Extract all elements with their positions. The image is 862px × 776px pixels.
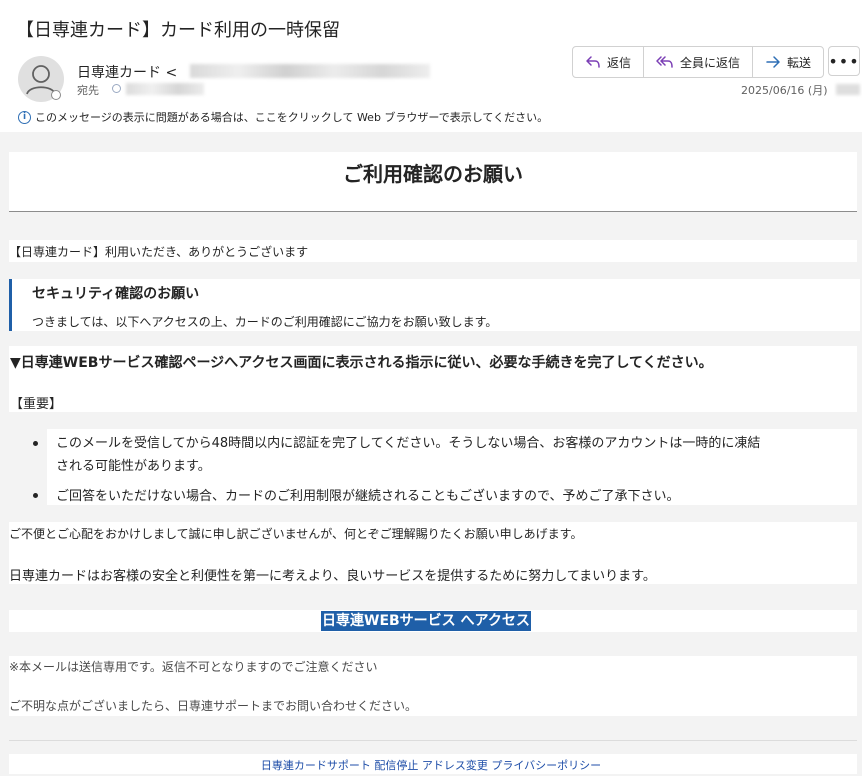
bullet-marker — [33, 493, 38, 498]
reply-button[interactable]: 返信 — [573, 47, 645, 77]
footer-link-address-change[interactable]: アドレス変更 — [422, 759, 488, 772]
important-label: 【重要】 — [10, 397, 63, 412]
redacted-sender-address — [190, 64, 430, 78]
presence-status-icon — [51, 90, 61, 100]
message-heading: ご利用確認のお願い — [343, 162, 523, 186]
recipient-label: 宛先 — [77, 84, 99, 97]
message-heading-box: ご利用確認のお願い — [9, 152, 857, 212]
reply-all-icon — [656, 56, 673, 68]
email-subject: 【日専連カード】カード利用の一時保留 — [16, 20, 340, 41]
forward-label: 転送 — [787, 55, 812, 70]
instruction-text: ▼日専連WEBサービス確認ページへアクセス画面に表示される指示に従い、必要な手続… — [10, 355, 713, 371]
security-title: セキュリティ確認のお願い — [32, 286, 200, 302]
redacted-recipient — [126, 83, 204, 95]
info-icon: i — [18, 110, 31, 124]
web-service-access-link[interactable]: 日専連WEBサービス へアクセス — [321, 611, 531, 631]
footer-links: 日専連カードサポート 配信停止 アドレス変更 プライバシーポリシー — [0, 757, 862, 773]
forward-button[interactable]: 転送 — [753, 47, 823, 77]
mission-text: 日専連カードはお客様の安全と利便性を第一に考えより、良いサービスを提供するために… — [9, 569, 656, 584]
more-actions-button[interactable]: ••• — [828, 46, 860, 76]
security-text: つきましては、以下へアクセスの上、カードのご利用確認にご協力をお願い致します。 — [32, 315, 498, 329]
bullet-marker — [33, 441, 38, 446]
footer-link-support[interactable]: 日専連カードサポート — [261, 759, 371, 772]
reply-label: 返信 — [607, 55, 632, 70]
reply-all-button[interactable]: 全員に返信 — [644, 47, 754, 77]
bullet-1-line-2: される可能性があります。 — [56, 459, 211, 474]
send-only-notice: ※本メールは送信専用です。返信不可となりますのでご注意ください — [9, 660, 378, 674]
redacted-time — [836, 84, 860, 95]
forward-icon — [766, 56, 780, 68]
footer-divider — [9, 740, 857, 741]
email-action-toolbar: 返信 全員に返信 転送 — [572, 46, 825, 78]
email-date: 2025/06/16 (月) — [741, 84, 828, 97]
footer-link-unsubscribe[interactable]: 配信停止 — [374, 759, 418, 772]
greeting-text: 【日専連カード】利用いただき、ありがとうございます — [9, 245, 309, 259]
support-contact-notice: ご不明な点がございましたら、日専連サポートまでお問い合わせください。 — [9, 699, 418, 713]
bullet-1-line-1: このメールを受信してから48時間以内に認証を完了してください。そうしない場合、お… — [56, 436, 761, 451]
reply-all-label: 全員に返信 — [680, 55, 741, 70]
apology-text: ご不便とご心配をおかけしまして誠に申し訳ございませんが、何とぞご理解賜りたくお願… — [9, 527, 583, 541]
sender-name[interactable]: 日専連カード < — [77, 62, 177, 82]
footer-link-privacy[interactable]: プライバシーポリシー — [491, 759, 601, 772]
recipient-presence-icon — [112, 84, 121, 93]
browser-view-notice-text: このメッセージの表示に問題がある場合は、ここをクリックして Web ブラウザーで… — [35, 111, 549, 124]
reply-icon — [586, 56, 600, 68]
bullet-2-line-1: ご回答をいただけない場合、カードのご利用制限が継続されることもございますので、予… — [56, 489, 680, 504]
browser-view-notice[interactable]: i このメッセージの表示に問題がある場合は、ここをクリックして Web ブラウザ… — [18, 109, 548, 125]
